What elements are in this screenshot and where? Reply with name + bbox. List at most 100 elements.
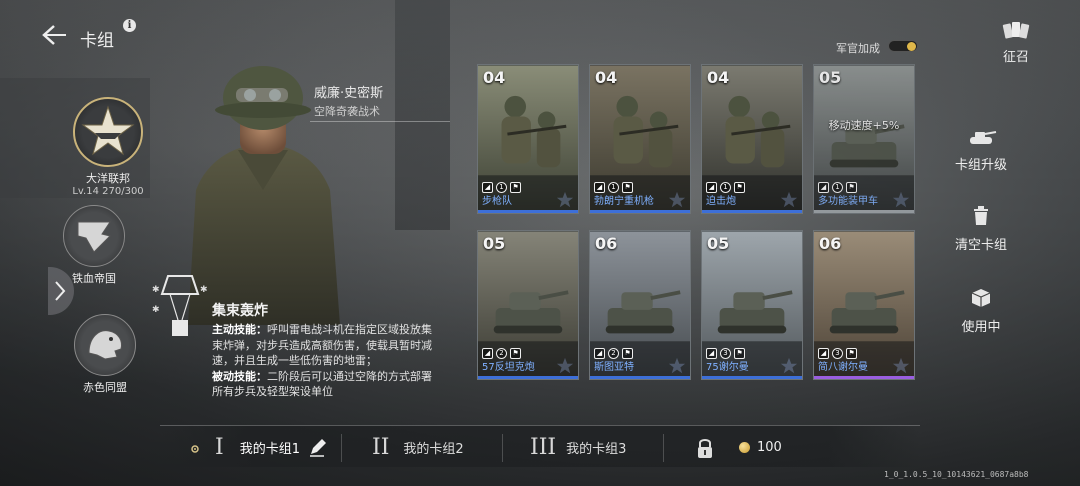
card-name: 多功能装甲车 <box>818 196 878 207</box>
chevron-left-icon <box>42 25 66 45</box>
star-icon <box>556 357 574 374</box>
faction-name: 大洋联邦 <box>86 172 130 185</box>
tank-icon <box>970 131 997 144</box>
card-name: 75谢尔曼 <box>706 362 749 373</box>
flag-icon: ⚑ <box>846 181 857 193</box>
lock-icon[interactable] <box>696 437 714 459</box>
svg-text:✱: ✱ <box>152 285 160 295</box>
faction-name: 赤色同盟 <box>83 381 127 394</box>
unit-count: 3 <box>720 347 731 359</box>
tab-deck-1[interactable]: I 我的卡组1 <box>215 432 328 462</box>
divider <box>160 425 920 426</box>
divider <box>310 121 450 122</box>
in-use-label: 使用中 <box>961 320 1001 335</box>
unit-card[interactable]: 06 ◢ 3 ⚑ 简八谢尔曼 <box>813 230 915 380</box>
info-icon[interactable]: i <box>123 19 136 32</box>
commander-name: 威廉·史密斯 <box>314 86 384 101</box>
passive-skill-label: 被动技能： <box>212 369 267 383</box>
upgrade-deck-label: 卡组升级 <box>954 158 1007 173</box>
star-icon <box>892 357 910 374</box>
unit-type-icon: ◢ <box>818 347 829 359</box>
unit-card[interactable]: 04 ◢ 1 ⚑ 步枪队 <box>477 64 579 214</box>
toggle-knob <box>907 42 916 51</box>
unit-card[interactable]: 04 ◢ 1 ⚑ 勃朗宁重机枪 <box>589 64 691 214</box>
rarity-bar <box>590 376 690 379</box>
tab-deck-3[interactable]: III 我的卡组3 <box>530 432 626 462</box>
coin-amount: 100 <box>757 440 782 455</box>
tab-separator <box>341 434 342 462</box>
bear-emblem <box>74 314 136 376</box>
tab-label: 我的卡组2 <box>403 441 464 457</box>
skill-description: 主动技能：呼叫雷电战斗机在指定区域投放集束炸弹，对步兵造成高额伤害，使载具暂时减… <box>212 322 442 400</box>
card-cost: 04 <box>707 68 730 87</box>
unit-type-icon: ◢ <box>482 181 493 193</box>
cluster-bomb-icon: ✱ ✱ ✱ <box>150 270 210 346</box>
recruit-label: 征召 <box>1002 50 1029 65</box>
card-cost: 04 <box>595 68 618 87</box>
rarity-bar <box>702 376 802 379</box>
officer-bonus-label: 军官加成 <box>836 42 880 55</box>
tab-number: I <box>215 434 224 460</box>
officer-bonus-toggle[interactable] <box>888 40 918 52</box>
chevron-right-icon <box>55 281 66 301</box>
recruit-button[interactable]: 征召 <box>976 20 1056 65</box>
unit-count: 1 <box>720 181 731 193</box>
tab-deck-2[interactable]: II 我的卡组2 <box>372 432 464 462</box>
star-eagle-emblem <box>73 97 143 167</box>
in-use-button[interactable]: 使用中 <box>941 288 1021 335</box>
unit-card[interactable]: 06 ◢ 2 ⚑ 斯图亚特 <box>589 230 691 380</box>
trash-icon <box>974 206 988 225</box>
svg-text:✱: ✱ <box>152 305 160 315</box>
faction-oceanic-federation[interactable]: 大洋联邦 Lv.14 270/300 <box>62 97 154 197</box>
unit-count: 1 <box>496 181 507 193</box>
star-icon <box>780 357 798 374</box>
card-cost: 06 <box>819 234 842 253</box>
card-cost: 05 <box>483 234 506 253</box>
faction-red-alliance[interactable]: 赤色同盟 <box>71 314 139 395</box>
rarity-bar <box>814 210 914 213</box>
back-button[interactable] <box>40 24 66 46</box>
unit-type-icon: ◢ <box>594 181 605 193</box>
unit-card[interactable]: 05 ◢ 3 ⚑ 75谢尔曼 <box>701 230 803 380</box>
expand-sidebar-button[interactable] <box>48 267 74 315</box>
recruit-icon <box>1002 22 1030 39</box>
card-cost: 06 <box>595 234 618 253</box>
star-icon <box>668 191 686 208</box>
unit-count: 3 <box>832 347 843 359</box>
tab-number: III <box>530 434 557 460</box>
unit-type-icon: ◢ <box>818 181 829 193</box>
iron-eagle-emblem <box>63 205 125 267</box>
rarity-bar <box>702 210 802 213</box>
active-skill-label: 主动技能： <box>212 323 267 336</box>
tab-separator <box>663 434 664 462</box>
flag-icon: ⚑ <box>734 181 745 193</box>
box-icon <box>971 289 991 307</box>
unit-count: 1 <box>832 181 843 193</box>
unit-card[interactable]: 04 ◢ 1 ⚑ 迫击炮 <box>701 64 803 214</box>
edit-pen-icon[interactable] <box>308 437 328 457</box>
card-name: 迫击炮 <box>706 196 736 207</box>
sparkle-icon <box>191 445 199 453</box>
svg-text:✱: ✱ <box>200 285 208 295</box>
unit-count: 2 <box>608 347 619 359</box>
skill-title: 集束轰炸 <box>212 303 268 319</box>
unit-card[interactable]: 05 ◢ 2 ⚑ 57反坦克炮 <box>477 230 579 380</box>
flag-icon: ⚑ <box>622 347 633 359</box>
rarity-bar <box>478 376 578 379</box>
upgrade-deck-button[interactable]: 卡组升级 <box>941 128 1021 173</box>
flag-icon: ⚑ <box>622 181 633 193</box>
clear-deck-label: 清空卡组 <box>954 238 1007 253</box>
card-cost: 04 <box>483 68 506 87</box>
card-effect: 移动速度+5% <box>828 119 900 132</box>
rarity-bar <box>814 376 914 379</box>
unit-card[interactable]: 05 移动速度+5% ◢ 1 ⚑ 多功能装甲车 <box>813 64 915 214</box>
deck-edit-indicator <box>188 441 202 455</box>
flag-icon: ⚑ <box>510 181 521 193</box>
tab-label: 我的卡组3 <box>566 441 627 457</box>
clear-deck-button[interactable]: 清空卡组 <box>941 206 1021 253</box>
star-icon <box>780 191 798 208</box>
star-icon <box>556 191 574 208</box>
rarity-bar <box>590 210 690 213</box>
card-name: 斯图亚特 <box>594 362 634 373</box>
card-cost: 05 <box>707 234 730 253</box>
